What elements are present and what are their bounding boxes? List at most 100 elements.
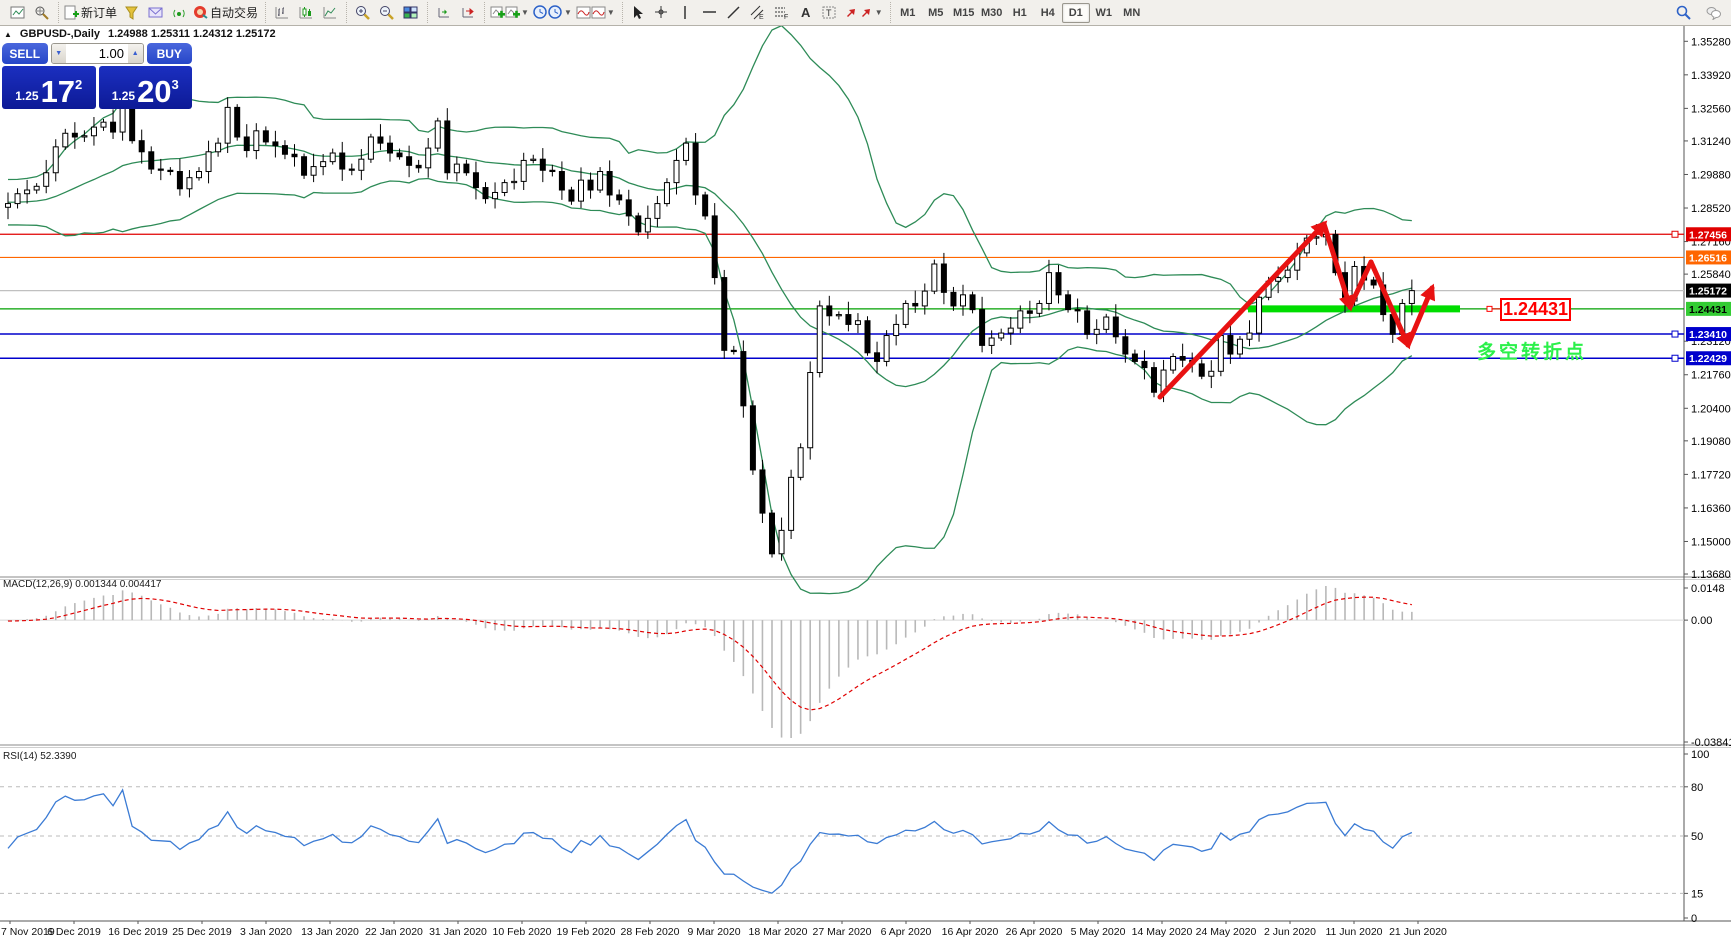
trendline-icon[interactable]	[722, 3, 746, 23]
volume-increase-button[interactable]: ▲	[128, 44, 143, 63]
crosshair-icon[interactable]	[650, 3, 674, 23]
sell-price-big: 17	[40, 74, 76, 110]
price-tick: 1.31240	[1691, 136, 1731, 148]
price-tick: 1.21760	[1691, 370, 1731, 382]
fibonacci-icon[interactable]: F	[770, 3, 794, 23]
buy-button[interactable]: BUY	[146, 43, 192, 64]
date-label: 31 Jan 2020	[429, 926, 487, 938]
date-label: 10 Feb 2020	[493, 926, 552, 938]
date-label: 11 Jun 2020	[1325, 926, 1382, 938]
svg-text:F: F	[784, 14, 788, 20]
timeframe-m5[interactable]: M5	[922, 3, 950, 23]
crosshair-magnifier-icon[interactable]	[29, 3, 53, 23]
buy-price-prefix: 1.25	[111, 89, 136, 103]
buy-quote[interactable]: 1.25 20 3	[98, 66, 192, 110]
buy-price-big: 20	[137, 74, 172, 110]
macd-label: MACD(12,26,9) 0.001344 0.004417	[3, 579, 162, 590]
timeframe-d1[interactable]: D1	[1061, 2, 1090, 23]
date-label: 24 May 2020	[1196, 926, 1257, 938]
template-icon[interactable]: ▼	[574, 3, 617, 23]
volume-decrease-button[interactable]: ▼	[51, 44, 66, 63]
auto-scroll-icon[interactable]	[431, 3, 455, 23]
svg-text:1.26516: 1.26516	[1689, 252, 1727, 264]
chart-shift-icon[interactable]	[455, 3, 479, 23]
zoom-in-icon[interactable]	[350, 3, 374, 23]
horizontal-line-icon[interactable]	[698, 3, 722, 23]
macd-main-value: 0.001344	[75, 579, 117, 590]
period-clock-icon[interactable]: ▼	[531, 3, 574, 23]
macd-tick: 0.0148	[1691, 583, 1725, 595]
date-label: 13 Jan 2020	[301, 926, 359, 938]
rsi-tick: 100	[1691, 749, 1709, 761]
sell-quote[interactable]: 1.25 17 2	[2, 66, 96, 109]
svg-text:1.23410: 1.23410	[1689, 329, 1727, 341]
new-order-button[interactable]: 新订单	[62, 3, 119, 23]
rsi-tick: 50	[1691, 831, 1703, 843]
autotrading-button[interactable]: 自动交易	[191, 3, 260, 23]
timeframe-m15[interactable]: M15	[950, 3, 978, 23]
timeframe-h1[interactable]: H1	[1006, 3, 1034, 23]
chart-window[interactable]: 1.35280 1.33920 1.32560 1.31240 1.29880 1.285…	[0, 26, 1731, 939]
macd-tick: -0.038415	[1691, 737, 1731, 749]
date-label: 14 May 2020	[1132, 926, 1193, 938]
timeframe-mn[interactable]: MN	[1118, 3, 1146, 23]
sell-price-pipette: 2	[75, 77, 83, 92]
date-label: 26 Apr 2020	[1006, 926, 1063, 938]
toolbar: 新订单 自动交易 ▼ ▼ ▼ E F A T ▼ M1 M5 M15 M30 H…	[0, 0, 1731, 26]
line-chart-icon[interactable]	[317, 3, 341, 23]
hline-handle[interactable]	[1671, 354, 1679, 362]
symbol-period-label: GBPUSD-,Daily	[19, 28, 100, 40]
indicators-add-icon[interactable]: ▼	[488, 3, 531, 23]
signal-icon[interactable]	[167, 3, 191, 23]
chart-window-icon[interactable]	[5, 3, 29, 23]
price-tick: 1.15000	[1691, 536, 1731, 548]
community-chat-icon[interactable]	[1701, 3, 1725, 23]
ohlc-values: 1.24988 1.25311 1.24312 1.25172	[108, 28, 276, 40]
timeframe-h4[interactable]: H4	[1034, 3, 1062, 23]
price-tick: 1.16360	[1691, 503, 1731, 515]
autotrading-icon	[193, 5, 208, 20]
vertical-line-icon[interactable]	[674, 3, 698, 23]
date-label: 6 Apr 2020	[881, 926, 932, 938]
cursor-icon[interactable]	[626, 3, 650, 23]
candle-chart-icon[interactable]	[293, 3, 317, 23]
svg-text:E: E	[759, 14, 764, 20]
price-annotation-box[interactable]: 1.24431	[1500, 298, 1571, 321]
price-tick: 1.28520	[1691, 203, 1731, 215]
svg-text:1.24431: 1.24431	[1689, 304, 1727, 316]
hline-handle[interactable]	[1671, 230, 1679, 238]
date-label: 27 Mar 2020	[813, 926, 872, 938]
svg-text:1.27456: 1.27456	[1689, 229, 1727, 241]
price-tick: 1.32560	[1691, 103, 1731, 115]
funnel-icon[interactable]	[119, 3, 143, 23]
one-click-trading-panel: SELL ▼ ▲ BUY 1.25 17 2 1.25 20 3	[2, 43, 192, 109]
hline-handle[interactable]	[1671, 330, 1679, 338]
arrows-icon[interactable]: ▼	[842, 3, 885, 23]
svg-text:1.22429: 1.22429	[1689, 353, 1727, 365]
timeframe-m1[interactable]: M1	[894, 3, 922, 23]
svg-text:T: T	[826, 8, 832, 18]
text-icon[interactable]: A	[794, 3, 818, 23]
tile-windows-icon[interactable]	[398, 3, 422, 23]
volume-input[interactable]	[66, 44, 128, 63]
turning-point-note[interactable]: 多空转折点	[1477, 337, 1587, 364]
date-label: 16 Apr 2020	[942, 926, 999, 938]
date-label: 28 Feb 2020	[621, 926, 680, 938]
price-tick: 1.13680	[1691, 569, 1731, 581]
equidistant-channel-icon[interactable]: E	[746, 3, 770, 23]
zoom-out-icon[interactable]	[374, 3, 398, 23]
price-tick: 1.35280	[1691, 36, 1731, 48]
date-label: 22 Jan 2020	[365, 926, 423, 938]
autotrading-label: 自动交易	[210, 6, 259, 20]
new-order-label: 新订单	[81, 6, 118, 20]
timeframe-m30[interactable]: M30	[978, 3, 1006, 23]
bar-chart-icon[interactable]	[269, 3, 293, 23]
date-label: 3 Jan 2020	[240, 926, 292, 938]
text-label-icon[interactable]: T	[818, 3, 842, 23]
collapse-arrow-icon[interactable]: ▲	[4, 30, 12, 39]
sell-button[interactable]: SELL	[2, 43, 48, 64]
chart-canvas[interactable]: 1.35280 1.33920 1.32560 1.31240 1.29880 1.285…	[0, 26, 1731, 939]
mail-icon[interactable]	[143, 3, 167, 23]
timeframe-w1[interactable]: W1	[1090, 3, 1118, 23]
search-icon[interactable]	[1671, 3, 1695, 23]
